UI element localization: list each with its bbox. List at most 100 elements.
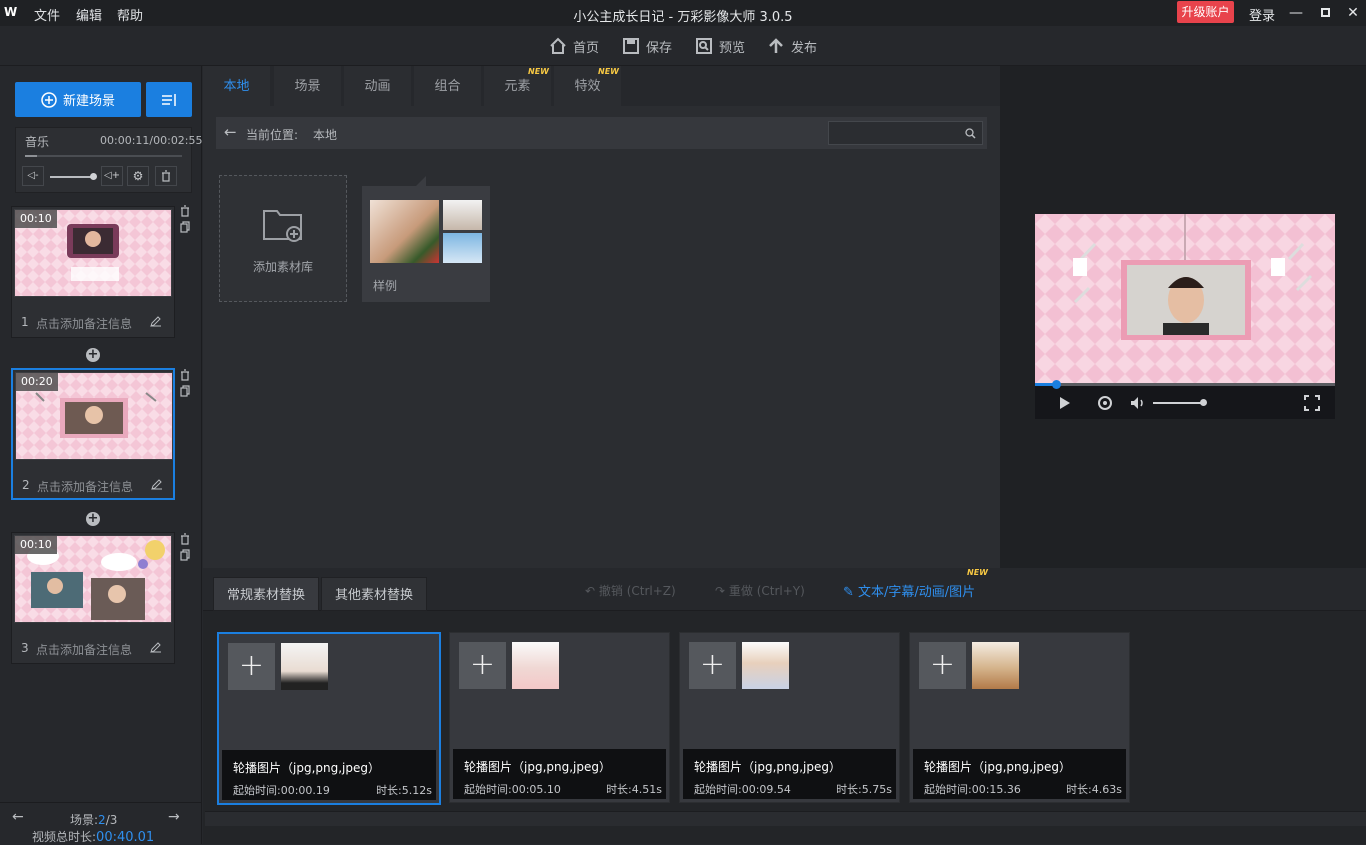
tab-regular-replace[interactable]: 常规素材替换: [213, 577, 320, 611]
scene-card-1[interactable]: 00:10 1 点击添加备注信息: [11, 206, 175, 338]
current-scene: 2: [98, 813, 106, 827]
media-card-3[interactable]: + 轮播图片（jpg,png,jpeg） 起始时间:00:09.54 时长:5.…: [679, 632, 900, 803]
scene-panel: 新建场景 音乐 00:00:11/00:02:55 ◁- ◁+ ⚙ 00:10 …: [0, 66, 203, 844]
insert-scene-icon[interactable]: +: [86, 512, 100, 526]
tab-animation[interactable]: 动画: [344, 66, 412, 106]
fullscreen-icon[interactable]: [1304, 395, 1320, 411]
new-badge: NEW: [528, 67, 549, 76]
pencil-icon[interactable]: [150, 315, 162, 327]
media-card-2[interactable]: + 轮播图片（jpg,png,jpeg） 起始时间:00:05.10 时长:4.…: [449, 632, 670, 803]
music-volume-slider[interactable]: [50, 176, 94, 178]
tab-other-replace[interactable]: 其他素材替换: [321, 577, 428, 611]
play-icon[interactable]: [1059, 396, 1071, 410]
video-preview[interactable]: [1035, 214, 1335, 383]
scene-counter-label: 场景:: [70, 813, 99, 827]
home-button[interactable]: 首页: [549, 36, 599, 56]
close-icon[interactable]: ✕: [1345, 5, 1361, 21]
text-edit-link[interactable]: ✎ 文本/字幕/动画/图片: [843, 581, 975, 600]
sample-folder[interactable]: 样例: [362, 176, 490, 302]
add-image-button[interactable]: +: [228, 643, 275, 690]
scene-number: 3: [21, 641, 29, 655]
media-card-1[interactable]: + 轮播图片（jpg,png,jpeg） 起始时间:00:00.19 时长:5.…: [217, 632, 441, 805]
tab-local[interactable]: 本地: [203, 66, 271, 106]
next-scene-icon[interactable]: →: [168, 809, 180, 825]
window-title: 小公主成长日记 - 万彩影像大师 3.0.5: [573, 10, 793, 25]
upgrade-button[interactable]: 升级账户: [1177, 1, 1234, 23]
redo-button[interactable]: ↷ 重做 (Ctrl+Y): [715, 582, 805, 599]
save-icon: [623, 38, 639, 54]
pencil-icon[interactable]: [150, 641, 162, 653]
search-icon[interactable]: [965, 128, 976, 139]
scene-duration: 00:10: [15, 210, 57, 228]
prev-scene-icon[interactable]: ←: [12, 809, 24, 825]
volume-slider[interactable]: [1153, 402, 1205, 404]
trash-icon[interactable]: [180, 369, 190, 381]
total-duration-value: 00:40.01: [96, 830, 155, 845]
login-link[interactable]: 登录: [1249, 5, 1275, 24]
minimize-icon[interactable]: —: [1288, 5, 1304, 21]
volume-knob[interactable]: [1200, 399, 1207, 406]
upload-icon: [769, 38, 783, 53]
volume-down-icon[interactable]: ◁-: [22, 166, 44, 186]
video-progress-knob[interactable]: [1052, 380, 1061, 389]
back-arrow-icon[interactable]: ←: [224, 123, 237, 141]
list-icon: [162, 93, 176, 106]
scene-list-button[interactable]: [146, 82, 192, 117]
scene-note[interactable]: 点击添加备注信息: [37, 478, 133, 495]
pencil-icon[interactable]: [151, 478, 163, 490]
card-info: 轮播图片（jpg,png,jpeg） 起始时间:00:09.54 时长:5.75…: [683, 749, 896, 799]
gear-icon[interactable]: ⚙: [127, 166, 149, 186]
text-edit-label: 文本/字幕/动画/图片: [858, 585, 976, 600]
scene-note[interactable]: 点击添加备注信息: [36, 315, 132, 332]
scene-duration: 00:10: [15, 536, 57, 554]
replay-icon[interactable]: [1097, 395, 1113, 411]
card-info: 轮播图片（jpg,png,jpeg） 起始时间:00:05.10 时长:4.51…: [453, 749, 666, 799]
add-image-button[interactable]: +: [459, 642, 506, 689]
card-start-time: 起始时间:00:15.36: [924, 783, 1021, 796]
trash-icon[interactable]: [180, 205, 190, 217]
card-title: 轮播图片（jpg,png,jpeg）: [233, 761, 380, 775]
scene-card-2[interactable]: 00:20 2 点击添加备注信息: [11, 368, 175, 500]
publish-button[interactable]: 发布: [767, 36, 817, 56]
scene-duration: 00:20: [16, 373, 58, 391]
volume-knob[interactable]: [90, 173, 97, 180]
volume-up-icon[interactable]: ◁+: [101, 166, 123, 186]
total-duration-label: 视频总时长:: [32, 830, 97, 844]
music-progress[interactable]: [25, 155, 182, 157]
search-input[interactable]: [828, 121, 983, 145]
tab-scene[interactable]: 场景: [274, 66, 342, 106]
card-thumbnail: [281, 643, 328, 690]
add-image-button[interactable]: +: [919, 642, 966, 689]
card-duration: 时长:5.75s: [836, 783, 892, 796]
card-info: 轮播图片（jpg,png,jpeg） 起始时间:00:00.19 时长:5.12…: [222, 750, 436, 800]
add-image-button[interactable]: +: [689, 642, 736, 689]
scene-card-3[interactable]: 00:10 3 点击添加备注信息: [11, 532, 175, 664]
horizontal-scrollbar[interactable]: [205, 811, 1366, 826]
maximize-icon[interactable]: [1317, 5, 1333, 21]
volume-icon[interactable]: [1130, 396, 1146, 410]
new-scene-button[interactable]: 新建场景: [15, 82, 141, 117]
music-label: 音乐: [25, 135, 50, 149]
card-title: 轮播图片（jpg,png,jpeg）: [694, 760, 841, 774]
sample-image: [443, 233, 482, 263]
copy-icon[interactable]: [180, 549, 190, 561]
path-value[interactable]: 本地: [313, 126, 337, 143]
preview-button[interactable]: 预览: [695, 36, 745, 56]
video-progress[interactable]: [1035, 383, 1335, 386]
card-title: 轮播图片（jpg,png,jpeg）: [464, 760, 611, 774]
save-label: 保存: [646, 40, 673, 56]
trash-icon[interactable]: [180, 533, 190, 545]
insert-scene-icon[interactable]: +: [86, 348, 100, 362]
copy-icon[interactable]: [180, 385, 190, 397]
toolbar: 首页 保存 预览 发布: [0, 26, 1366, 66]
add-library-tile[interactable]: 添加素材库: [219, 175, 347, 302]
tab-combo[interactable]: 组合: [414, 66, 482, 106]
scene-note[interactable]: 点击添加备注信息: [36, 641, 132, 658]
save-button[interactable]: 保存: [622, 36, 672, 56]
undo-button[interactable]: ↶ 撤销 (Ctrl+Z): [585, 582, 676, 599]
copy-icon[interactable]: [180, 221, 190, 233]
trash-icon[interactable]: [155, 166, 177, 186]
plus-circle-icon: [41, 91, 57, 108]
media-card-4[interactable]: + 轮播图片（jpg,png,jpeg） 起始时间:00:15.36 时长:4.…: [909, 632, 1130, 803]
card-start-time: 起始时间:00:05.10: [464, 783, 561, 796]
